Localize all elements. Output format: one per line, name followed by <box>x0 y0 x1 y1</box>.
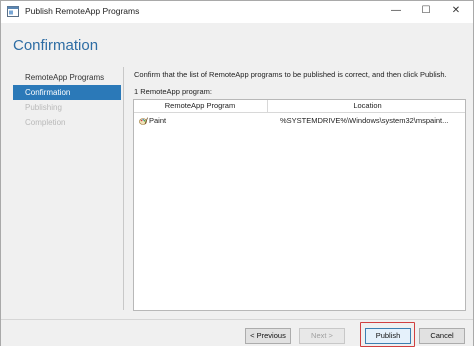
publish-highlight-box <box>360 322 415 347</box>
title-bar: Publish RemoteApp Programs — ☐ ✕ <box>1 1 473 23</box>
wizard-window: Publish RemoteApp Programs — ☐ ✕ Confirm… <box>0 0 474 347</box>
nav-item-remoteapp-programs[interactable]: RemoteApp Programs <box>13 70 121 85</box>
content-panel: Confirm that the list of RemoteApp progr… <box>123 67 466 317</box>
nav-item-publishing: Publishing <box>25 103 62 112</box>
table-row[interactable]: Paint %SYSTEMDRIVE%\Windows\system32\msp… <box>134 113 465 126</box>
previous-button[interactable]: < Previous <box>245 328 291 344</box>
nav-item-confirmation[interactable]: Confirmation <box>13 85 121 100</box>
column-header-location[interactable]: Location <box>270 101 465 110</box>
paint-icon <box>139 117 148 125</box>
column-header-program[interactable]: RemoteApp Program <box>134 101 266 110</box>
page-title: Confirmation <box>13 37 99 54</box>
cancel-button[interactable]: Cancel <box>419 328 465 344</box>
instruction-text: Confirm that the list of RemoteApp progr… <box>134 70 447 79</box>
wizard-steps-nav: RemoteApp Programs Confirmation Publishi… <box>13 70 121 130</box>
content-divider <box>123 67 124 310</box>
program-cell: Paint <box>139 116 166 125</box>
column-divider[interactable] <box>267 100 268 112</box>
programs-table: RemoteApp Program Location Paint %SYSTEM… <box>133 99 466 311</box>
program-count: 1 RemoteApp program: <box>134 87 212 96</box>
remoteapp-window-icon <box>7 6 19 17</box>
window-title: Publish RemoteApp Programs <box>25 6 140 16</box>
nav-item-completion: Completion <box>25 118 66 127</box>
maximize-button[interactable]: ☐ <box>413 3 439 19</box>
next-button: Next > <box>299 328 345 344</box>
close-button[interactable]: ✕ <box>443 3 469 19</box>
table-header: RemoteApp Program Location <box>134 100 465 113</box>
minimize-button[interactable]: — <box>383 3 409 19</box>
program-location: %SYSTEMDRIVE%\Windows\system32\mspaint..… <box>280 116 449 125</box>
program-name: Paint <box>149 116 167 125</box>
